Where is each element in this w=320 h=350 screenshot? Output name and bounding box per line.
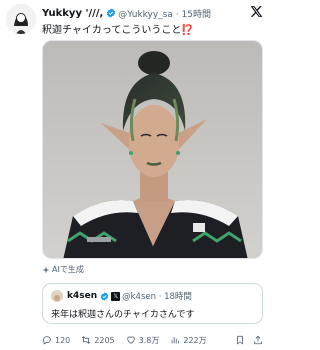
tweet-actions: 120 2205 3.8万 222万 xyxy=(42,334,263,346)
reply-icon xyxy=(43,336,51,345)
bookmark-icon[interactable] xyxy=(235,335,245,345)
avatar-illustration xyxy=(6,4,36,34)
action-icons-right xyxy=(227,335,263,345)
quote-avatar-image xyxy=(51,293,63,302)
quote-display-name: k4sen xyxy=(67,291,98,301)
quote-header: k4sen 𝕏 @k4sen · 18時間 xyxy=(67,290,192,302)
tweet-image[interactable] xyxy=(42,40,263,259)
retweet-button[interactable]: 2205 xyxy=(81,335,115,345)
handle-and-time[interactable]: @Yukkyy_sa · 15時間 xyxy=(118,7,211,20)
quoted-tweet[interactable]: k4sen 𝕏 @k4sen · 18時間 来年は釈迦さんのチャイカさんです xyxy=(42,283,263,324)
verified-badge-icon xyxy=(107,8,116,18)
views-button[interactable]: 222万 xyxy=(170,335,207,346)
quote-affiliate-badge-icon: 𝕏 xyxy=(111,291,121,301)
share-icon[interactable] xyxy=(253,335,263,345)
like-count: 3.8万 xyxy=(138,335,160,345)
x-logo-icon[interactable] xyxy=(250,5,263,18)
portrait-image xyxy=(43,41,262,258)
ai-generated-text: AIで生成 xyxy=(52,265,84,274)
tweet-header: Yukkyy '///, @Yukkyy_sa · 15時間 xyxy=(42,6,240,20)
retweet-icon xyxy=(82,336,91,344)
avatar[interactable] xyxy=(6,4,36,34)
heart-icon xyxy=(126,336,135,344)
quote-handle-and-time: @k4sen · 18時間 xyxy=(122,292,192,302)
tweet-text: 釈迦チャイカってこういうこと⁉️ xyxy=(42,21,194,36)
quote-verified-badge-icon xyxy=(100,291,109,301)
views-chart-icon xyxy=(172,337,180,344)
exclamation-question-emoji: ⁉️ xyxy=(181,25,194,36)
tweet-text-content: 釈迦チャイカってこういうこと xyxy=(42,25,182,36)
display-name[interactable]: Yukkyy '///, xyxy=(42,8,103,19)
quote-avatar xyxy=(51,290,63,302)
ai-sparkle-icon xyxy=(42,266,50,273)
reply-button[interactable]: 120 xyxy=(42,335,70,345)
ai-generated-label[interactable]: AIで生成 xyxy=(42,264,84,275)
quote-text: 来年は釈迦さんのチャイカさんです xyxy=(51,310,195,320)
view-count: 222万 xyxy=(183,335,207,345)
retweet-count: 2205 xyxy=(94,335,115,345)
reply-count: 120 xyxy=(55,335,71,345)
like-button[interactable]: 3.8万 xyxy=(126,335,160,346)
